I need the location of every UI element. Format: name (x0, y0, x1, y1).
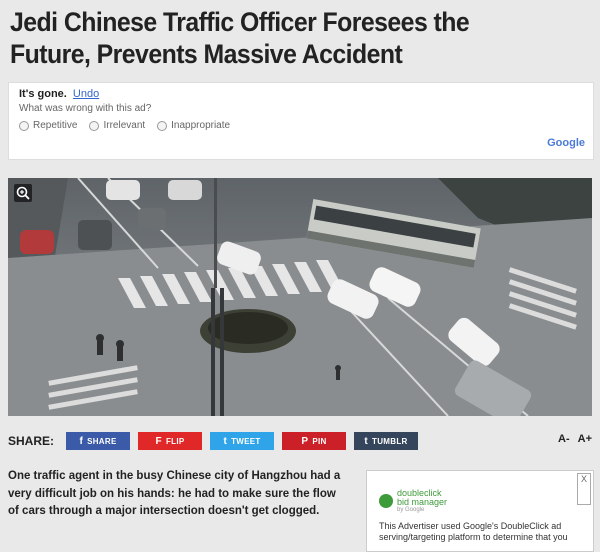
font-size-controls: A- A+ (558, 433, 592, 445)
flipboard-icon: F (155, 435, 162, 447)
ad-gone-text: It's gone. (19, 88, 67, 100)
logo-line2: bid manager (397, 497, 448, 507)
button-label: FLIP (165, 436, 185, 446)
button-label: PIN (312, 436, 327, 446)
zoom-button[interactable] (14, 184, 32, 202)
zoom-in-icon (16, 186, 30, 200)
logo-sub: by Google (397, 507, 425, 513)
ad-close-button[interactable]: X (577, 473, 591, 505)
option-label: Irrelevant (103, 120, 146, 131)
font-larger-button[interactable]: A+ (578, 433, 592, 445)
ad-feedback-question: What was wrong with this ad? (19, 103, 152, 114)
share-label: SHARE: (8, 434, 55, 448)
twitter-icon: t (223, 435, 228, 447)
ad-removed-message: It's gone. Undo (19, 88, 99, 100)
button-label: TWEET (231, 436, 261, 446)
pinterest-pin-button[interactable]: P PIN (282, 432, 347, 450)
radio-repetitive[interactable] (19, 120, 29, 131)
doubleclick-logo-icon (379, 494, 393, 508)
article-photo[interactable] (8, 178, 592, 416)
option-repetitive[interactable]: Repetitive (19, 120, 77, 131)
font-smaller-button[interactable]: A- (558, 433, 570, 445)
radio-irrelevant[interactable] (89, 120, 100, 131)
article-body: One traffic agent in the busy Chinese ci… (8, 470, 341, 517)
article-headline: Jedi Chinese Traffic Officer Foresees th… (10, 7, 470, 69)
ad-feedback-panel: It's gone. Undo What was wrong with this… (8, 82, 594, 160)
facebook-share-button[interactable]: f SHARE (66, 432, 131, 450)
ad-feedback-options: Repetitive Irrelevant Inappropriate (19, 120, 230, 131)
flipboard-button[interactable]: F FLIP (138, 432, 203, 450)
traffic-intersection-image (8, 178, 592, 416)
button-label: TUMBLR (372, 436, 408, 446)
radio-inappropriate[interactable] (157, 120, 168, 131)
facebook-icon: f (79, 435, 84, 447)
tumblr-button[interactable]: t TUMBLR (354, 432, 419, 450)
option-label: Inappropriate (171, 120, 231, 131)
doubleclick-logo: doubleclick bid manager by Google (379, 489, 447, 513)
undo-link[interactable]: Undo (73, 88, 99, 100)
button-label: SHARE (87, 436, 117, 446)
pinterest-icon: P (301, 435, 309, 447)
option-inappropriate[interactable]: Inappropriate (157, 120, 230, 131)
tumblr-icon: t (364, 435, 369, 447)
option-label: Repetitive (33, 120, 78, 131)
share-bar: SHARE: f SHARE F FLIP t TWEET P PIN t TU… (8, 430, 592, 452)
option-irrelevant[interactable]: Irrelevant (89, 120, 145, 131)
google-brand: Google (547, 137, 585, 149)
twitter-tweet-button[interactable]: t TWEET (210, 432, 275, 450)
